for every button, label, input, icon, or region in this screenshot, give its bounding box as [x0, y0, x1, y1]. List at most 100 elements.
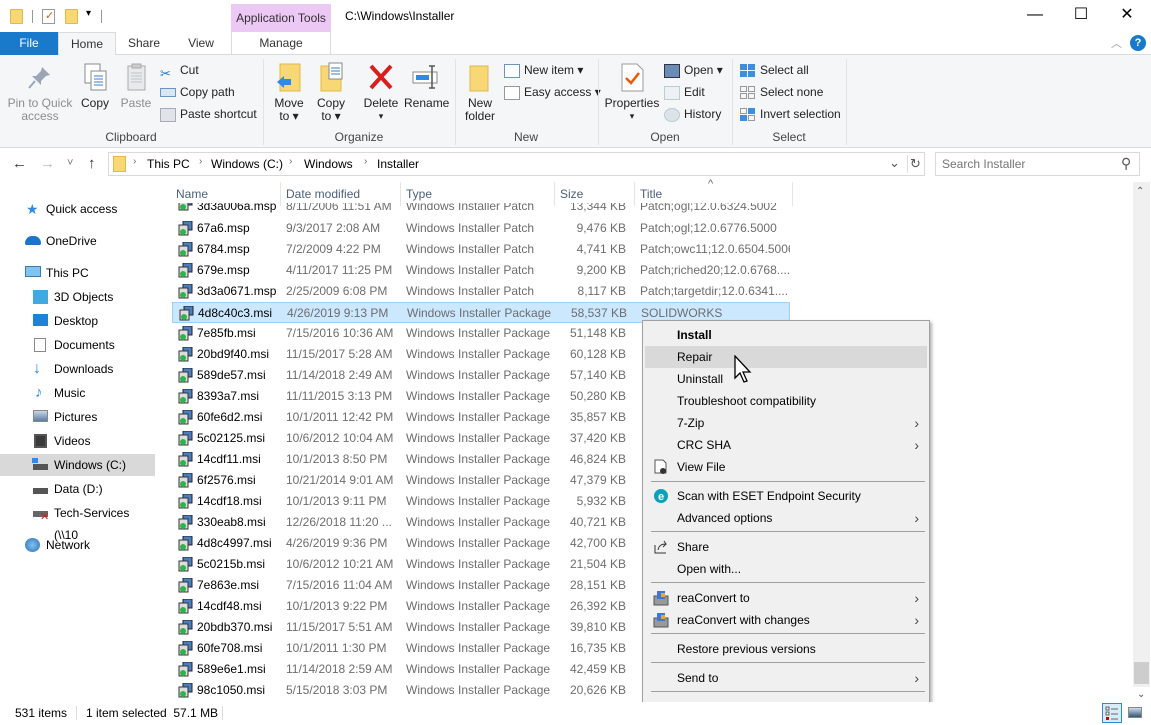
sidebar-item-downloads[interactable]: ↓ Downloads — [0, 358, 155, 380]
sidebar-item-desktop[interactable]: Desktop — [0, 310, 155, 332]
tab-file[interactable]: File — [0, 32, 58, 55]
sidebar-item-this-pc[interactable]: This PC — [0, 262, 155, 284]
pin-to-quick-access-button[interactable]: Pin to Quick access — [6, 61, 74, 123]
breadcrumb-this-pc[interactable]: This PC — [147, 157, 190, 171]
breadcrumb-windows[interactable]: Windows — [304, 157, 353, 171]
menu-item-uninstall[interactable]: Uninstall — [645, 368, 927, 390]
sidebar-item-documents[interactable]: Documents — [0, 334, 155, 356]
view-file-icon — [653, 459, 669, 475]
copy-to-button[interactable]: Copy to ▾ — [312, 61, 350, 123]
title-bar: ✓ ▾ Application Tools C:\Windows\Install… — [0, 0, 1151, 32]
close-button[interactable]: ✕ — [1104, 0, 1150, 32]
sidebar-item-3d-objects[interactable]: 3D Objects — [0, 286, 155, 308]
new-folder-icon[interactable] — [65, 9, 78, 24]
file-type: Windows Installer Package — [406, 599, 551, 613]
paste-button[interactable]: Paste — [118, 61, 154, 110]
sidebar-item-pictures[interactable]: Pictures — [0, 406, 155, 428]
breadcrumb-installer[interactable]: Installer — [377, 157, 419, 171]
menu-item-scan-with-eset-endpoint-security[interactable]: e Scan with ESET Endpoint Security — [645, 485, 927, 507]
up-button[interactable]: ↑ — [88, 155, 96, 172]
menu-item-restore-previous-versions[interactable]: Restore previous versions — [645, 638, 927, 660]
sidebar-item-network[interactable]: Network — [0, 534, 155, 556]
column-header-title[interactable]: Title — [640, 187, 662, 201]
recent-locations-button[interactable]: ˅ — [67, 157, 73, 169]
invert-selection-button[interactable]: Invert selection — [740, 104, 841, 124]
minimize-button[interactable]: — — [1012, 0, 1058, 32]
breadcrumb-windows-c[interactable]: Windows (C:) — [211, 157, 283, 171]
history-button[interactable]: History — [664, 104, 721, 124]
paste-shortcut-button[interactable]: Paste shortcut — [160, 104, 257, 124]
tab-view[interactable]: View — [172, 32, 230, 55]
new-item-button[interactable]: New item ▾ — [504, 60, 583, 80]
copy-path-button[interactable]: Copy path — [160, 82, 235, 102]
maximize-button[interactable]: ☐ — [1058, 0, 1104, 32]
tab-manage[interactable]: Manage — [231, 32, 331, 55]
menu-item-open-with[interactable]: Open with... — [645, 558, 927, 580]
sidebar-item-tech-services[interactable]: ✕ Tech-Services (\\10 — [0, 502, 155, 542]
column-divider[interactable] — [792, 182, 793, 206]
refresh-button[interactable]: ↻ — [910, 156, 921, 172]
properties-icon[interactable]: ✓ — [42, 9, 55, 24]
sidebar-item-quick-access[interactable]: ★ Quick access — [0, 198, 155, 220]
copy-button[interactable]: Copy — [76, 61, 114, 110]
large-icons-view-button[interactable] — [1128, 707, 1142, 718]
cut-button[interactable]: ✂ Cut — [160, 60, 199, 81]
scroll-down-icon[interactable]: ⌄ — [1137, 689, 1145, 700]
sidebar-item-videos[interactable]: Videos — [0, 430, 155, 452]
file-row[interactable]: 3d3a0671.msp 2/25/2009 6:08 PM Windows Ins… — [172, 281, 790, 302]
menu-item-repair[interactable]: Repair — [645, 346, 927, 368]
file-row[interactable]: 3d3a006a.msp 8/11/2006 11:51 AM Windows In… — [172, 203, 790, 217]
file-type: Windows Installer Package — [406, 368, 551, 382]
menu-item-install[interactable]: Install — [645, 324, 927, 346]
file-row[interactable]: 6784.msp 7/2/2009 4:22 PM Windows Installe… — [172, 239, 790, 260]
menu-item-share[interactable]: Share — [645, 536, 927, 558]
file-row[interactable]: 67a6.msp 9/3/2017 2:08 AM Windows Installe… — [172, 218, 790, 239]
folder-icon[interactable] — [10, 9, 23, 24]
search-box[interactable]: ⚲ — [935, 152, 1140, 176]
back-button[interactable]: ← — [12, 155, 27, 172]
delete-button[interactable]: Delete ▾ — [362, 61, 400, 123]
select-none-button[interactable]: Select none — [740, 82, 823, 102]
search-icon[interactable]: ⚲ — [1121, 155, 1131, 172]
menu-item-view-file[interactable]: View File — [645, 456, 927, 478]
address-bar[interactable]: › This PC › Windows (C:) › Windows › Ins… — [108, 152, 925, 176]
column-header-date-modified[interactable]: Date modified — [286, 187, 360, 201]
menu-item-crc-sha[interactable]: CRC SHA › — [645, 434, 927, 456]
move-to-button[interactable]: Move to ▾ — [270, 61, 308, 123]
file-name: 14cdf48.msi — [197, 599, 262, 613]
customize-quick-access-icon[interactable]: ▾ — [86, 8, 91, 19]
collapse-ribbon-icon[interactable]: ︿ — [1111, 35, 1122, 51]
rename-button[interactable]: Rename — [404, 61, 449, 110]
easy-access-button[interactable]: Easy access ▾ — [504, 82, 601, 102]
sidebar-item-onedrive[interactable]: OneDrive — [0, 230, 155, 252]
search-input[interactable] — [942, 156, 1112, 172]
scrollbar-thumb[interactable] — [1134, 662, 1149, 684]
forward-button[interactable]: → — [40, 155, 55, 172]
menu-item-troubleshoot-compatibility[interactable]: Troubleshoot compatibility — [645, 390, 927, 412]
properties-button[interactable]: Properties ▾ — [604, 61, 660, 123]
address-dropdown-icon[interactable]: ⌄ — [889, 155, 900, 171]
new-folder-button[interactable]: New folder — [462, 61, 498, 123]
sidebar-item-windows-c[interactable]: Windows (C:) — [0, 454, 155, 476]
column-header-size[interactable]: Size — [560, 187, 583, 201]
menu-item-label: Scan with ESET Endpoint Security — [677, 489, 861, 503]
menu-item-send-to[interactable]: Send to › — [645, 667, 927, 689]
menu-item-7-zip[interactable]: 7-Zip › — [645, 412, 927, 434]
select-all-button[interactable]: Select all — [740, 60, 809, 80]
details-view-button[interactable] — [1102, 703, 1122, 723]
menu-item-advanced-options[interactable]: Advanced options › — [645, 507, 927, 529]
open-button[interactable]: Open ▾ — [664, 60, 723, 80]
tab-home[interactable]: Home — [58, 32, 116, 56]
menu-item-reaconvert-to[interactable]: reaConvert to › — [645, 587, 927, 609]
menu-item-reaconvert-with-changes[interactable]: reaConvert with changes › — [645, 609, 927, 631]
scroll-up-icon[interactable]: ⌃ — [1136, 186, 1144, 197]
column-header-type[interactable]: Type — [406, 187, 432, 201]
sidebar-item-music[interactable]: ♪ Music — [0, 382, 155, 404]
edit-button[interactable]: Edit — [664, 82, 705, 102]
sidebar-item-data-d[interactable]: Data (D:) — [0, 478, 155, 500]
tab-share[interactable]: Share — [116, 32, 172, 55]
help-icon[interactable]: ? — [1130, 35, 1146, 51]
file-row[interactable]: 679e.msp 4/11/2017 11:25 PM Windows Instal… — [172, 260, 790, 281]
vertical-scrollbar[interactable]: ⌃ — [1133, 182, 1150, 687]
column-header-name[interactable]: Name — [176, 187, 208, 201]
